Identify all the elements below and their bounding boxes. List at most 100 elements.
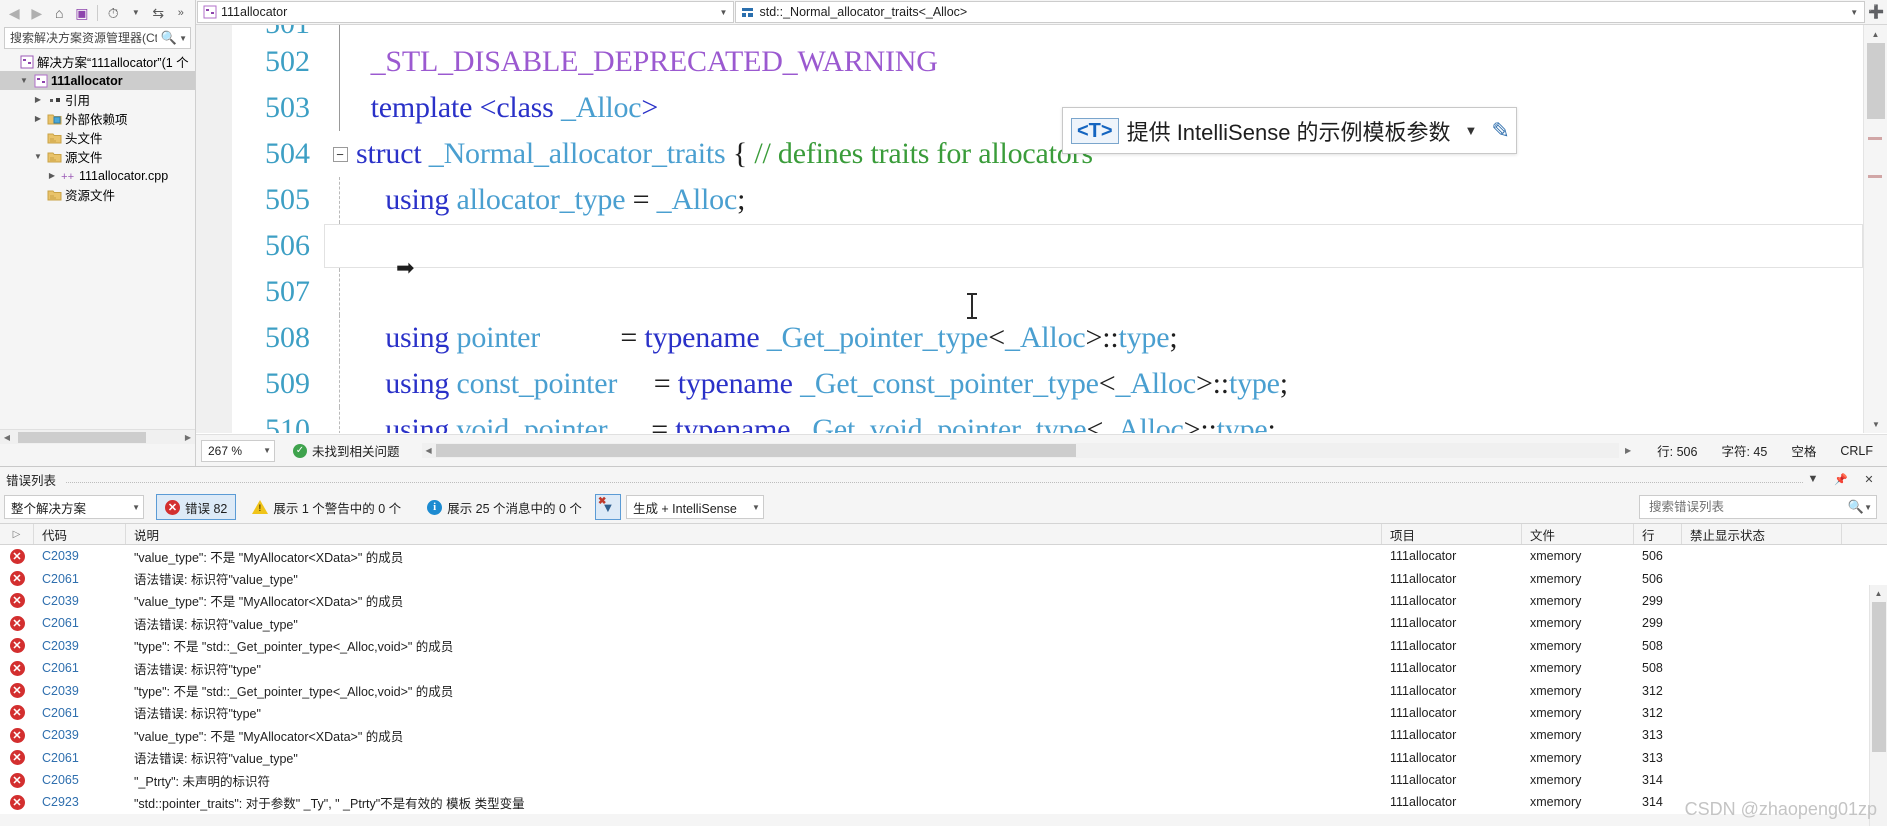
table-row[interactable]: ✕C2065"_Ptrty": 未声明的标识符111allocatorxmemo… [0, 769, 1887, 791]
chevron-down-icon[interactable]: ▼ [263, 446, 271, 455]
scrollbar-thumb[interactable] [1872, 602, 1886, 752]
fold-margin[interactable] [324, 269, 356, 315]
column-header-code[interactable]: 代码 [34, 524, 126, 544]
forward-arrow-icon[interactable]: ▶︎ [27, 3, 48, 24]
chevron-down-icon[interactable]: ▼ [1846, 8, 1862, 17]
zoom-level-combo[interactable]: 267 % ▼ [201, 440, 275, 462]
chevron-down-icon[interactable]: ▼ [1864, 503, 1872, 512]
chevron-down-icon[interactable]: ▼ [1459, 123, 1484, 138]
solution-explorer-hscrollbar[interactable]: ◀ ▶ [0, 429, 195, 444]
table-row[interactable]: ✕C2061语法错误: 标识符"type"111allocatorxmemory… [0, 657, 1887, 679]
table-row[interactable]: ✕C2039"type": 不是 "std::_Get_pointer_type… [0, 635, 1887, 657]
build-intellisense-combo[interactable]: 生成 + IntelliSense ▼ [626, 495, 764, 519]
scroll-right-icon[interactable]: ▶ [181, 433, 195, 442]
tree-item-7[interactable]: 资源文件 [0, 185, 195, 204]
error-list-vertical-scrollbar[interactable]: ▲ [1869, 585, 1887, 826]
pencil-icon[interactable]: ✎ [1491, 118, 1509, 144]
code-line-501[interactable]: 501 [196, 25, 1887, 39]
fold-margin[interactable] [324, 407, 356, 433]
intellisense-template-parameter-popup[interactable]: <T> 提供 IntelliSense 的示例模板参数 ▼ ✎ [1062, 107, 1517, 154]
column-header-project[interactable]: 项目 [1382, 524, 1522, 544]
sync-with-active-document-icon[interactable]: ▣ [72, 3, 93, 24]
refresh-icon[interactable]: ⇆ [148, 3, 169, 24]
breakpoint-margin[interactable] [196, 407, 232, 433]
fold-margin[interactable] [324, 25, 356, 39]
table-row[interactable]: ✕C2923"std::pointer_traits": 对于参数" _Ty",… [0, 791, 1887, 813]
tree-item-6[interactable]: ▶++111allocator.cpp [0, 166, 195, 185]
table-row[interactable]: ✕C2061语法错误: 标识符"type"111allocatorxmemory… [0, 702, 1887, 724]
code-line-502[interactable]: 502 _STL_DISABLE_DEPRECATED_WARNING [196, 39, 1887, 85]
code-line-504[interactable]: 504−struct _Normal_allocator_traits { //… [196, 131, 1887, 177]
tree-item-4[interactable]: 头文件 [0, 128, 195, 147]
table-row[interactable]: ✕C2039"value_type": 不是 "MyAllocator<XDat… [0, 590, 1887, 612]
messages-toggle-button[interactable]: i 展示 25 个消息中的 0 个 [419, 494, 590, 520]
scrollbar-thumb[interactable] [436, 444, 1076, 457]
table-row[interactable]: ✕C2061语法错误: 标识符"value_type"111allocatorx… [0, 567, 1887, 589]
breakpoint-margin[interactable] [196, 25, 232, 39]
close-icon[interactable]: ✕ [1859, 473, 1879, 486]
home-icon[interactable]: ⌂ [49, 3, 70, 24]
warnings-toggle-button[interactable]: 展示 1 个警告中的 0 个 [244, 494, 409, 520]
dropdown-icon[interactable]: ▼ [1803, 473, 1823, 485]
chevron-right-icon[interactable]: ▶ [46, 171, 58, 180]
table-row[interactable]: ✕C2061语法错误: 标识符"value_type"111allocatorx… [0, 747, 1887, 769]
code-line-505[interactable]: 505 using allocator_type = _Alloc; [196, 177, 1887, 223]
collapse-region-icon[interactable]: − [333, 147, 348, 162]
errors-toggle-button[interactable]: ✕ 错误 82 [156, 494, 236, 520]
clear-filter-icon[interactable]: ✖ ▼ [595, 494, 621, 520]
tree-item-0[interactable]: 解决方案“111allocator”(1 个 [0, 52, 195, 71]
tree-item-1[interactable]: ▼111allocator [0, 71, 195, 90]
chevron-down-icon[interactable]: ▼ [126, 3, 147, 24]
scroll-right-icon[interactable]: ▶ [1625, 446, 1631, 455]
code-line-503[interactable]: 503 template <class _Alloc> [196, 85, 1887, 131]
table-row[interactable]: ✕C2061语法错误: 标识符"value_type"111allocatorx… [0, 612, 1887, 634]
column-header-suppression-state[interactable]: 禁止显示状态 [1682, 524, 1842, 544]
code-line-506[interactable]: 506 using value_type = typename _Alloc::… [196, 223, 1887, 269]
fold-margin[interactable] [324, 361, 356, 407]
table-row[interactable]: ✕C2039"value_type": 不是 "MyAllocator<XDat… [0, 545, 1887, 567]
breakpoint-margin[interactable] [196, 39, 232, 85]
chevron-down-icon[interactable]: ▼ [179, 34, 187, 43]
chevron-down-icon[interactable]: ▼ [32, 152, 44, 161]
chevron-down-icon[interactable]: ▼ [716, 8, 732, 17]
chevron-down-icon[interactable]: ▼ [127, 503, 140, 512]
code-text-area[interactable]: 501502 _STL_DISABLE_DEPRECATED_WARNING50… [196, 25, 1887, 433]
project-context-combo[interactable]: 111allocator ▼ [197, 1, 734, 23]
column-header-severity[interactable]: ▷ [0, 524, 34, 544]
breakpoint-margin[interactable] [196, 361, 232, 407]
chevron-right-icon[interactable]: ▶ [32, 114, 44, 123]
breakpoint-margin[interactable] [196, 223, 232, 269]
pin-icon[interactable]: 📌 [1831, 473, 1851, 486]
column-header-file[interactable]: 文件 [1522, 524, 1634, 544]
scope-filter-combo[interactable]: 整个解决方案 ▼ [4, 495, 144, 519]
fold-margin[interactable] [324, 39, 356, 85]
code-line-510[interactable]: 510 using void_pointer = typename _Get_v… [196, 407, 1887, 433]
chevron-down-icon[interactable]: ▼ [747, 503, 760, 512]
scroll-left-icon[interactable]: ◀ [422, 446, 436, 455]
code-line-507[interactable]: 507 [196, 269, 1887, 315]
fold-margin[interactable] [324, 85, 356, 131]
fold-margin[interactable] [324, 315, 356, 361]
table-row[interactable]: ✕C2039"value_type": 不是 "MyAllocator<XDat… [0, 724, 1887, 746]
issue-status[interactable]: ✓ 未找到相关问题 [293, 441, 400, 460]
type-context-combo[interactable]: std::_Normal_allocator_traits<_Alloc> ▼ [735, 1, 1865, 23]
fold-margin[interactable] [324, 177, 356, 223]
fold-margin[interactable] [324, 223, 356, 269]
tree-item-5[interactable]: ▼源文件 [0, 147, 195, 166]
tree-item-2[interactable]: ▶引用 [0, 90, 195, 109]
chevron-right-icon[interactable]: ▶ [32, 95, 44, 104]
scroll-up-icon[interactable]: ▲ [1870, 585, 1887, 602]
scroll-down-icon[interactable]: ▼ [1864, 415, 1887, 433]
code-line-508[interactable]: 508 using pointer = typename _Get_pointe… [196, 315, 1887, 361]
code-line-509[interactable]: 509 using const_pointer = typename _Get_… [196, 361, 1887, 407]
expand-editor-icon[interactable]: ➕ [1865, 0, 1887, 24]
search-input[interactable] [1647, 499, 1848, 515]
solution-explorer-search[interactable]: 🔍 ▼ [4, 27, 191, 49]
column-header-description[interactable]: 说明 [126, 524, 1382, 544]
breakpoint-margin[interactable] [196, 85, 232, 131]
pending-changes-filter-icon[interactable]: ⏱ [103, 3, 124, 24]
scroll-left-icon[interactable]: ◀ [0, 433, 14, 442]
scroll-up-icon[interactable]: ▲ [1864, 25, 1887, 43]
editor-horizontal-scrollbar[interactable]: ◀ [422, 443, 1619, 458]
editor-vertical-scrollbar[interactable]: ▲ ▼ [1863, 25, 1887, 433]
